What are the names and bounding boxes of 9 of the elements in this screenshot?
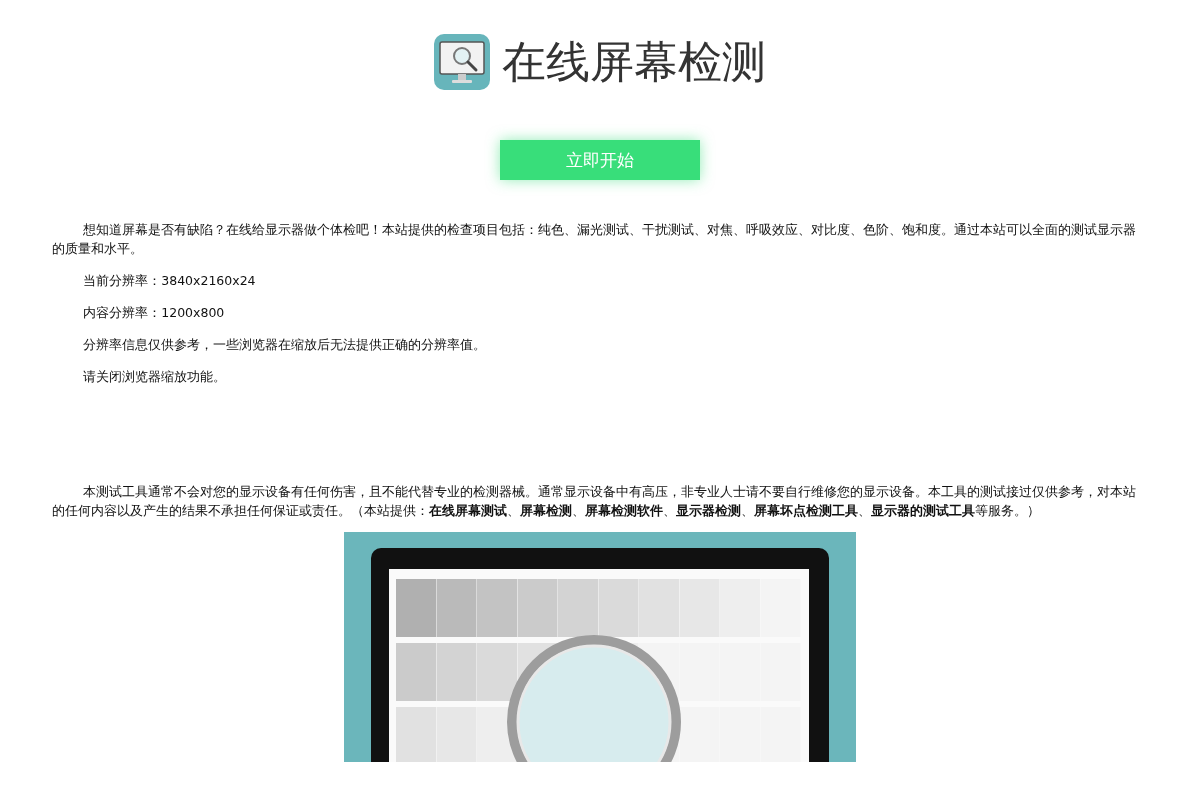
info-paragraph: 当前分辨率：3840x2160x24 bbox=[82, 272, 257, 290]
start-button[interactable]: 立即开始 bbox=[500, 140, 700, 180]
info-paragraph: 分辨率信息仅供参考，一些浏览器在缩放后无法提供正确的分辨率值。 bbox=[82, 336, 488, 354]
info-paragraph: 内容分辨率：1200x800 bbox=[82, 304, 226, 322]
info-paragraph: 想知道屏幕是否有缺陷？在线给显示器做个体检吧！本站提供的检查项目包括：纯色、漏光测试、干扰测试、对焦、呼吸效应、对比度、色阶、饱和度。通过本站可以全面的测试显示器的质量和水平。 bbox=[52, 221, 1138, 258]
disclaimer-paragraph: 本测试工具通常不会对您的显示设备有任何伤害，且不能代替专业的检测器械。通常显示设备中有高压，非专业人士请不要自行维修您的显示设备。本工具的测试接过仅供参考，对本站的任何内容以及产生的结果不承担任何保证或责任。（本站提供：在线屏幕测试、屏幕检测、屏幕检测软件、显示器检测、屏幕坏点检测工具、显示器的测试工具等服务。） bbox=[52, 483, 1138, 520]
monitor-magnifier-icon bbox=[434, 34, 490, 90]
site-title: 在线屏幕检测 bbox=[502, 35, 766, 89]
info-paragraph: 请关闭浏览器缩放功能。 bbox=[82, 368, 228, 386]
